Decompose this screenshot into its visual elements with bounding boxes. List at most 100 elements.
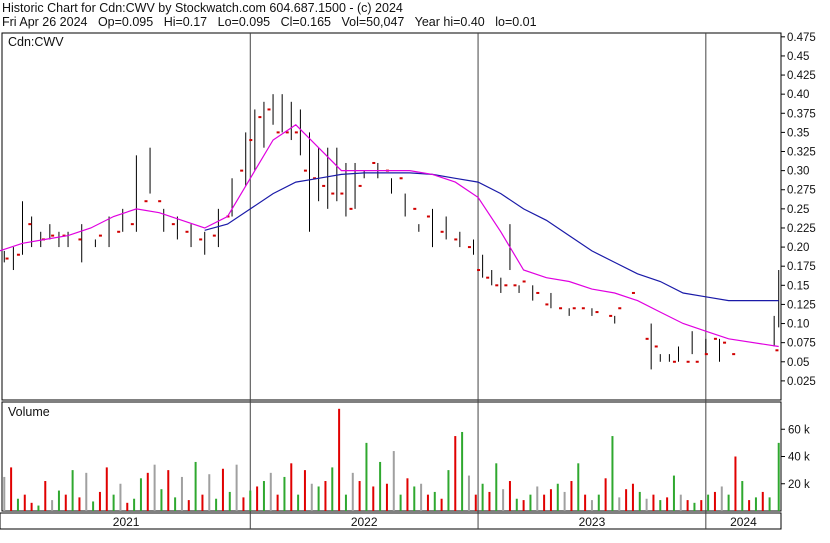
volume-bar bbox=[139, 478, 142, 511]
volume-bar bbox=[502, 489, 505, 511]
volume-panel-frame bbox=[1, 401, 782, 512]
volume-bar bbox=[461, 431, 464, 511]
volume-bar bbox=[249, 490, 252, 511]
price-tick-label: 0.475 bbox=[787, 32, 816, 44]
price-tick-label: 0.40 bbox=[787, 89, 809, 101]
volume-bar bbox=[201, 494, 204, 511]
volume-panel-label: Volume bbox=[8, 405, 50, 419]
close-tick bbox=[199, 238, 203, 241]
close-tick bbox=[631, 291, 635, 294]
close-tick bbox=[732, 353, 736, 356]
volume-bar bbox=[126, 502, 129, 511]
close-tick bbox=[486, 276, 490, 279]
price-tick-label: 0.175 bbox=[787, 261, 816, 273]
close-tick bbox=[258, 116, 262, 119]
moving-averages bbox=[0, 124, 779, 348]
volume-bar bbox=[713, 491, 716, 511]
year-axis: 2021 2022 2023 2024 bbox=[113, 515, 757, 529]
volume-bar bbox=[618, 497, 621, 511]
volume-bar bbox=[228, 491, 231, 511]
volume-bar bbox=[447, 470, 450, 511]
volume-bar bbox=[406, 478, 409, 511]
volume-bar bbox=[153, 464, 156, 511]
close-tick bbox=[5, 257, 9, 260]
volume-bar bbox=[85, 472, 88, 511]
close-tick bbox=[294, 131, 298, 134]
close-tick bbox=[331, 192, 335, 195]
close-tick bbox=[212, 234, 216, 237]
volume-bar bbox=[344, 494, 347, 511]
volume-bar bbox=[365, 442, 368, 511]
volume-bar bbox=[768, 497, 771, 511]
price-tick-label: 0.125 bbox=[787, 299, 816, 311]
price-tick-label: 0.30 bbox=[787, 166, 809, 178]
volume-bar bbox=[221, 468, 224, 511]
price-axis: 0.475 0.45 0.425 0.40 0.375 0.35 0.325 0.30 0.27… bbox=[781, 32, 816, 388]
volume-bar bbox=[522, 500, 525, 511]
volume-bar bbox=[584, 494, 587, 511]
volume-bar bbox=[734, 456, 737, 511]
close-tick bbox=[713, 337, 717, 340]
volume-bar bbox=[693, 502, 696, 511]
price-tick-label: 0.375 bbox=[787, 108, 816, 120]
volume-bar bbox=[761, 491, 764, 511]
volume-bar bbox=[351, 472, 354, 511]
volume-bar bbox=[372, 486, 375, 511]
close-tick bbox=[686, 360, 690, 363]
volume-bars bbox=[3, 408, 780, 511]
volume-bar bbox=[385, 483, 388, 511]
volume-bar bbox=[570, 481, 573, 511]
volume-bar bbox=[215, 498, 218, 511]
volume-bar bbox=[57, 490, 60, 511]
price-panel-label: Cdn:CWV bbox=[8, 35, 64, 49]
volume-bar bbox=[105, 467, 108, 511]
volume-bar bbox=[290, 463, 293, 511]
volume-bar bbox=[413, 486, 416, 511]
volume-bar bbox=[672, 475, 675, 511]
price-tick-label: 0.325 bbox=[787, 147, 816, 159]
volume-bar bbox=[625, 489, 628, 511]
volume-bar bbox=[310, 483, 313, 511]
close-tick bbox=[595, 311, 599, 314]
volume-bar bbox=[556, 483, 559, 511]
close-tick bbox=[78, 238, 82, 241]
volume-bar bbox=[160, 489, 163, 511]
volume-bar bbox=[638, 491, 641, 511]
ma-short-line bbox=[0, 124, 779, 348]
volume-bar bbox=[440, 498, 443, 511]
volume-bar bbox=[597, 494, 600, 511]
volume-bar bbox=[777, 442, 780, 511]
volume-bar bbox=[174, 497, 177, 511]
volume-tick-label: 40 k bbox=[788, 452, 810, 464]
volume-bar bbox=[379, 461, 382, 511]
close-tick bbox=[495, 284, 499, 287]
close-tick bbox=[723, 341, 727, 344]
close-tick bbox=[372, 161, 376, 164]
close-ticks bbox=[5, 108, 779, 363]
close-tick bbox=[399, 177, 403, 180]
close-tick bbox=[645, 337, 649, 340]
volume-bar bbox=[30, 502, 33, 511]
close-tick bbox=[572, 307, 576, 310]
volume-bar bbox=[604, 478, 607, 511]
volume-tick-label: 20 k bbox=[788, 479, 810, 491]
volume-bar bbox=[194, 461, 197, 511]
volume-bar bbox=[700, 500, 703, 511]
price-tick-label: 0.15 bbox=[787, 280, 809, 292]
volume-bar bbox=[590, 500, 593, 511]
year-label: 2024 bbox=[730, 515, 757, 529]
volume-bar bbox=[119, 483, 122, 511]
volume-bar bbox=[78, 497, 81, 511]
volume-bar bbox=[23, 494, 26, 511]
volume-bar bbox=[262, 481, 265, 511]
close-tick bbox=[303, 169, 307, 172]
volume-bar bbox=[549, 489, 552, 511]
close-tick bbox=[618, 307, 622, 310]
close-tick bbox=[276, 131, 280, 134]
volume-bar bbox=[741, 481, 744, 511]
volume-bar bbox=[481, 483, 484, 511]
volume-bar bbox=[536, 486, 539, 511]
volume-bar bbox=[331, 467, 334, 511]
volume-bar bbox=[515, 498, 518, 511]
volume-bar bbox=[180, 476, 183, 511]
